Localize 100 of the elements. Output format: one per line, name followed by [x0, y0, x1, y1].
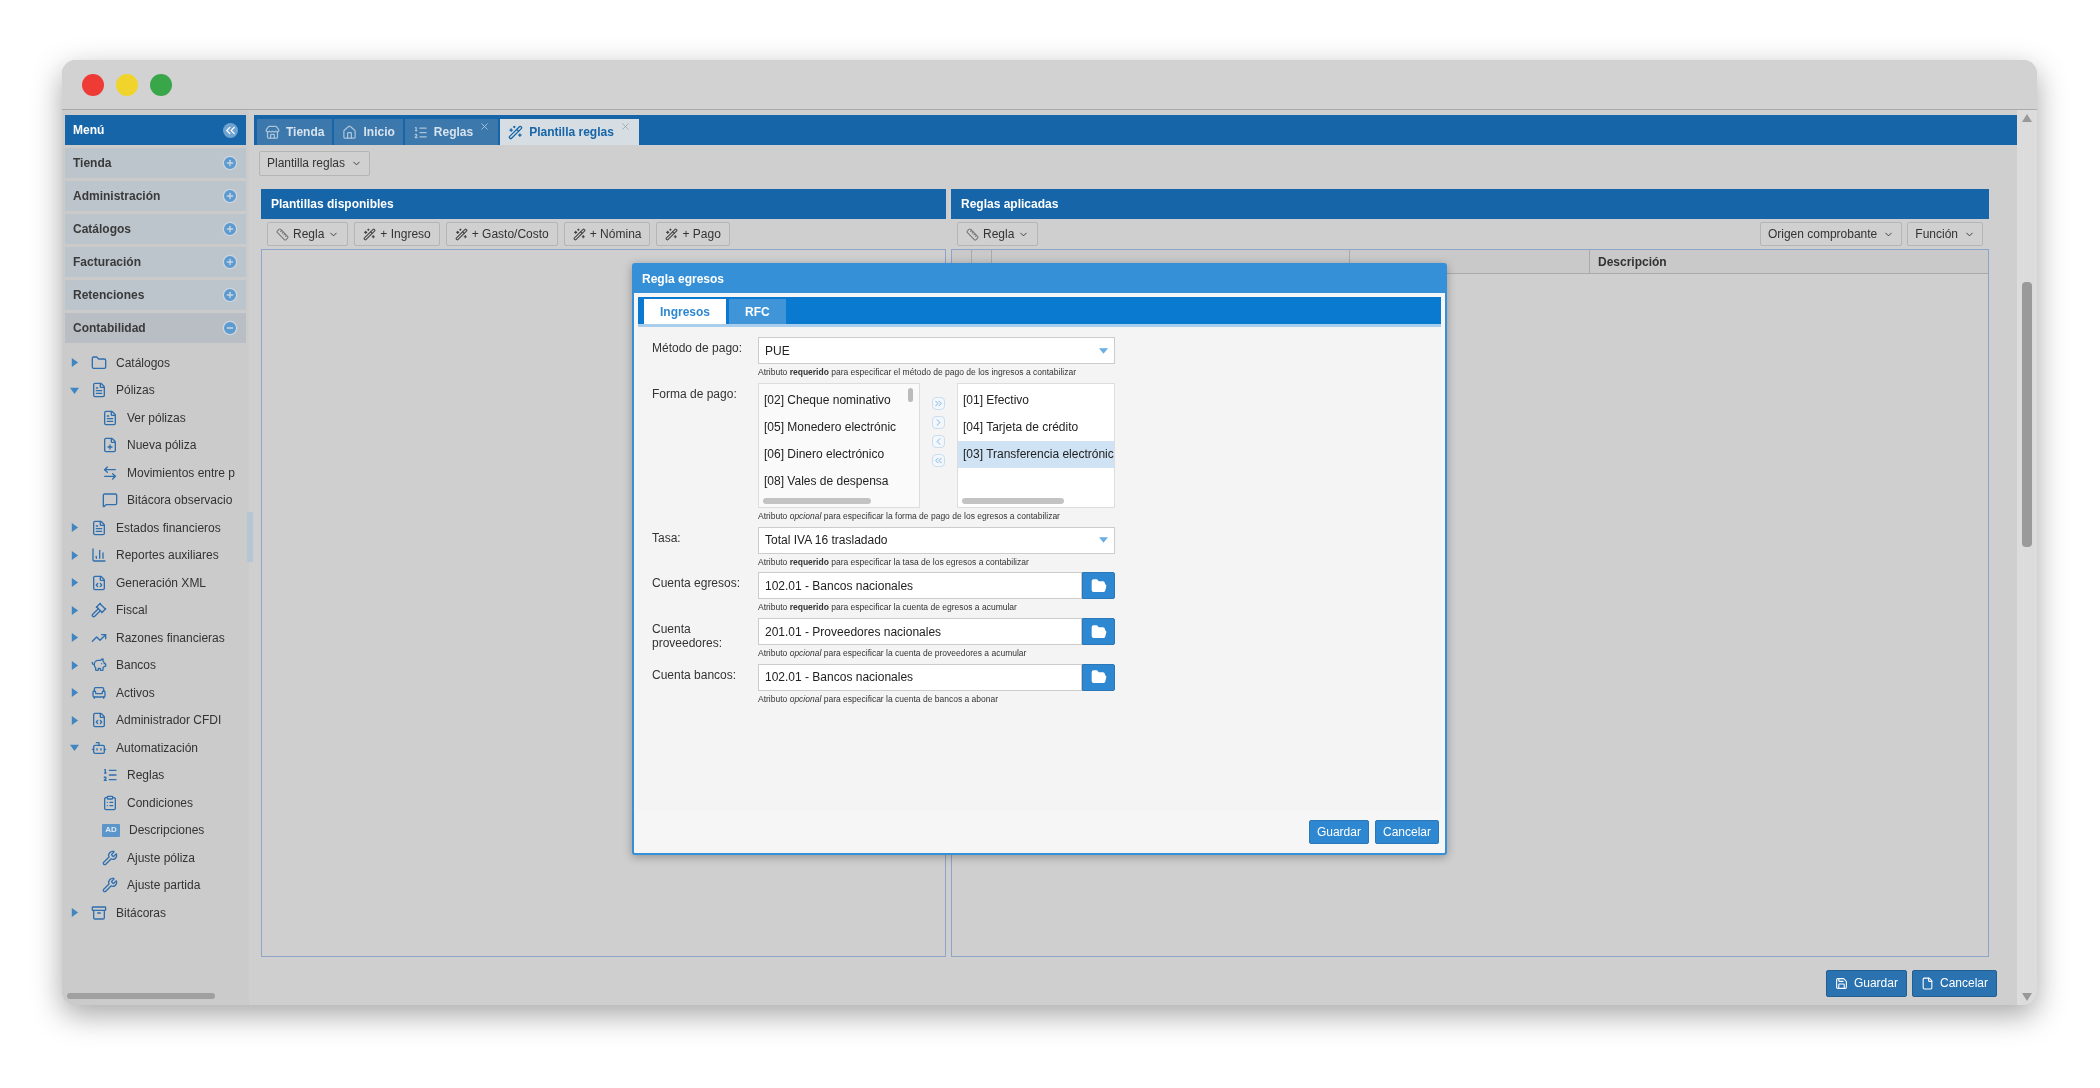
vertical-scrollbar[interactable] — [2017, 110, 2037, 1005]
sidebar-item[interactable]: Generación XML — [116, 573, 207, 592]
collapsed-arrow-icon[interactable] — [70, 358, 79, 368]
sidebar-item[interactable]: Nueva póliza — [127, 436, 197, 455]
sidebar-item[interactable]: Razones financieras — [116, 628, 225, 647]
sidebar-item[interactable]: Bancos — [116, 656, 157, 675]
close-icon[interactable] — [479, 121, 491, 132]
horizontal-scrollbar[interactable] — [763, 497, 871, 504]
toolbar-button[interactable]: + Nómina — [563, 222, 651, 246]
sidebar-section[interactable]: Administración — [65, 181, 246, 211]
filter-dropdown[interactable]: Función — [1907, 222, 1983, 246]
sidebar-section[interactable]: Catálogos — [65, 214, 246, 244]
sidebar-item[interactable]: Bitácora observacio — [127, 491, 233, 510]
vertical-scrollbar[interactable] — [908, 387, 913, 402]
browse-button[interactable] — [1082, 572, 1115, 600]
dialog-button[interactable]: Cancelar — [1374, 820, 1439, 844]
sidebar-item[interactable]: Bitácoras — [116, 903, 167, 922]
sidebar-section[interactable]: Retenciones — [65, 280, 246, 310]
close-icon[interactable] — [619, 121, 631, 132]
expand-icon[interactable] — [222, 287, 238, 303]
expand-icon[interactable] — [222, 221, 238, 237]
scroll-up-icon[interactable] — [2022, 114, 2032, 122]
collapsed-arrow-icon[interactable] — [70, 688, 79, 698]
toolbar-button[interactable]: + Gasto/Costo — [445, 222, 558, 246]
splitter-handle[interactable] — [247, 512, 253, 562]
collapsed-arrow-icon[interactable] — [70, 578, 79, 588]
footer-button[interactable]: Guardar — [1825, 969, 1907, 997]
help-text: Atributo opcional para especificar la cuenta de bancos a abonar — [758, 692, 1000, 706]
folder-icon — [1090, 577, 1107, 594]
account-field[interactable]: 102.01 - Bancos nacionales — [758, 663, 1082, 691]
move-all-left-icon[interactable] — [932, 453, 945, 467]
collapsed-arrow-icon[interactable] — [70, 523, 79, 533]
dialog-button[interactable]: Guardar — [1308, 820, 1369, 844]
horizontal-scrollbar[interactable] — [962, 497, 1064, 504]
list-option[interactable]: [03] Transferencia electrónic — [958, 440, 1114, 468]
close-window-icon[interactable] — [82, 73, 104, 96]
select-field[interactable]: PUE — [758, 337, 1115, 364]
sidebar-item[interactable]: Condiciones — [127, 793, 194, 812]
tab[interactable]: Inicio — [334, 119, 403, 145]
sidebar-item[interactable]: Activos — [116, 683, 155, 702]
sidebar-item[interactable]: Reportes auxiliares — [116, 546, 219, 565]
sidebar-section[interactable]: Facturación — [65, 247, 246, 277]
expand-icon[interactable] — [222, 155, 238, 171]
sidebar-item[interactable]: Pólizas — [116, 381, 155, 400]
collapsed-arrow-icon[interactable] — [70, 715, 79, 725]
move-right-icon[interactable] — [932, 415, 945, 429]
toolbar-button[interactable]: Regla — [957, 222, 1039, 246]
help-text: Atributo requerido para especificar la cuenta de egresos a acumular — [758, 601, 1018, 614]
collapsed-arrow-icon[interactable] — [70, 660, 79, 670]
maximize-window-icon[interactable] — [150, 73, 172, 96]
footer-button[interactable]: Cancelar — [1911, 969, 1997, 997]
list-option[interactable]: [02] Cheque nominativo — [764, 386, 919, 414]
expanded-arrow-icon[interactable] — [70, 743, 79, 753]
sidebar-item[interactable]: Ver pólizas — [127, 408, 186, 427]
document-icon — [91, 382, 107, 399]
sidebar-item[interactable]: Movimientos entre p — [127, 463, 236, 482]
sidebar-item[interactable]: Administrador CFDI — [116, 711, 222, 730]
sidebar-item[interactable]: Reglas — [127, 766, 165, 785]
move-left-icon[interactable] — [932, 434, 945, 448]
sidebar-section[interactable]: Tienda — [65, 148, 246, 178]
expand-icon[interactable] — [222, 254, 238, 270]
expand-icon[interactable] — [222, 188, 238, 204]
move-all-right-icon[interactable] — [932, 396, 945, 410]
sidebar-item[interactable]: Automatización — [116, 738, 199, 757]
sidebar-item[interactable]: Fiscal — [116, 601, 148, 620]
badge-icon: AD — [102, 823, 120, 837]
browse-button[interactable] — [1082, 663, 1115, 691]
sidebar-section[interactable]: Contabilidad — [65, 313, 246, 343]
sidebar-item[interactable]: Estados financieros — [116, 518, 221, 537]
expanded-arrow-icon[interactable] — [70, 385, 79, 395]
browse-button[interactable] — [1082, 618, 1115, 645]
dialog-tab[interactable]: Ingresos — [644, 299, 726, 324]
sidebar-item[interactable]: Catálogos — [116, 353, 171, 372]
toolbar-button[interactable]: + Ingreso — [354, 222, 440, 246]
toolbar-button[interactable]: Regla — [267, 222, 349, 246]
list-option[interactable]: [06] Dinero electrónico — [764, 440, 919, 468]
tab[interactable]: Tienda — [257, 119, 333, 145]
scrollbar-thumb[interactable] — [2022, 282, 2032, 547]
account-field[interactable]: 201.01 - Proveedores nacionales — [758, 618, 1082, 645]
list-option[interactable]: [05] Monedero electrónic — [764, 413, 919, 441]
list-option[interactable]: [08] Vales de despensa — [764, 467, 919, 495]
collapse-icon[interactable] — [223, 122, 238, 138]
filter-dropdown[interactable]: Origen comprobante — [1759, 222, 1903, 246]
tab[interactable]: Plantilla reglas — [500, 119, 639, 145]
collapsed-arrow-icon[interactable] — [70, 908, 79, 918]
select-field[interactable]: Total IVA 16 trasladado — [758, 526, 1115, 554]
tab[interactable]: Reglas — [404, 119, 499, 145]
collapsed-arrow-icon[interactable] — [70, 605, 79, 615]
collapsed-arrow-icon[interactable] — [70, 550, 79, 560]
robot-icon — [91, 739, 107, 756]
collapsed-arrow-icon[interactable] — [70, 633, 79, 643]
sidebar-item[interactable]: Ajuste partida — [127, 876, 201, 895]
toolbar-button[interactable]: + Pago — [656, 222, 730, 246]
template-menu-button[interactable]: Plantilla reglas — [259, 150, 371, 176]
account-field[interactable]: 102.01 - Bancos nacionales — [758, 572, 1082, 600]
scroll-down-icon[interactable] — [2022, 993, 2032, 1001]
horizontal-scrollbar[interactable] — [67, 993, 215, 999]
wand-icon — [572, 227, 586, 241]
sidebar-item[interactable]: Descripciones — [129, 821, 205, 840]
sidebar-item[interactable]: Ajuste póliza — [127, 848, 196, 867]
